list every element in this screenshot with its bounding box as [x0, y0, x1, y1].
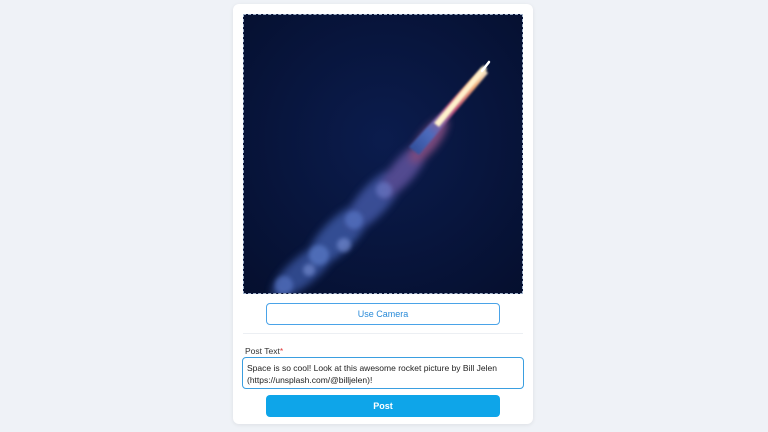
- rocket-launch-image: [244, 15, 522, 293]
- post-text-input[interactable]: Space is so cool! Look at this awesome r…: [242, 357, 524, 389]
- use-camera-button[interactable]: Use Camera: [266, 303, 500, 325]
- required-mark: *: [279, 346, 284, 356]
- post-card: Use Camera Post Text* Space is so cool! …: [233, 4, 533, 424]
- post-button[interactable]: Post: [266, 395, 500, 417]
- post-text-label: Post Text*: [245, 346, 283, 356]
- post-text-label-text: Post Text: [245, 346, 280, 356]
- divider: [243, 333, 523, 334]
- image-preview[interactable]: [243, 14, 523, 294]
